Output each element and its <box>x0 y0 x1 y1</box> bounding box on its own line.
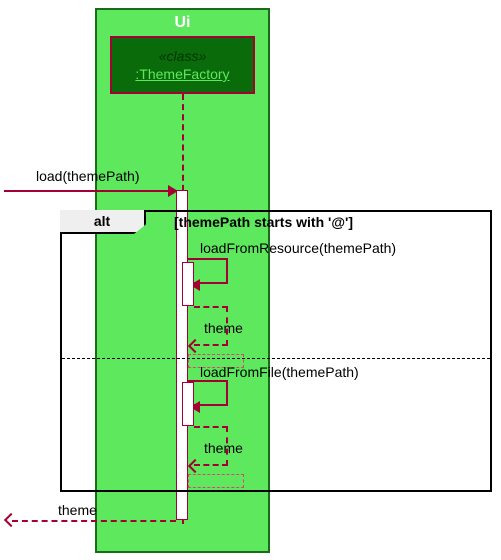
class-name: :ThemeFactory <box>135 65 229 83</box>
sequence-diagram: Ui «class» :ThemeFactory load(themePath)… <box>0 0 501 560</box>
alt-fragment-divider <box>62 358 490 359</box>
class-stereotype: «class» <box>159 47 206 65</box>
msg-load-label: load(themePath) <box>36 168 140 184</box>
selfreturn-2-path <box>194 426 228 466</box>
return-box-2 <box>188 474 244 488</box>
msg-theme-final-label: theme <box>58 502 97 518</box>
msg-load-arrow <box>4 190 170 192</box>
participant-ui-title: Ui <box>97 10 268 32</box>
activation-sub-2 <box>182 382 194 426</box>
selfreturn-1-path <box>194 306 228 346</box>
msg-theme-final-arrow <box>12 520 176 522</box>
themefactory-class-box: «class» :ThemeFactory <box>110 36 255 94</box>
msg-loadfromfile-label: loadFromFile(themePath) <box>200 364 359 380</box>
msg-theme-final-arrowhead <box>4 513 18 527</box>
activation-sub-1 <box>182 262 194 306</box>
alt-fragment-label: alt <box>60 210 146 234</box>
alt-fragment-guard: [themePath starts with '@'] <box>174 214 353 230</box>
msg-loadfromresource-label: loadFromResource(themePath) <box>200 240 396 256</box>
